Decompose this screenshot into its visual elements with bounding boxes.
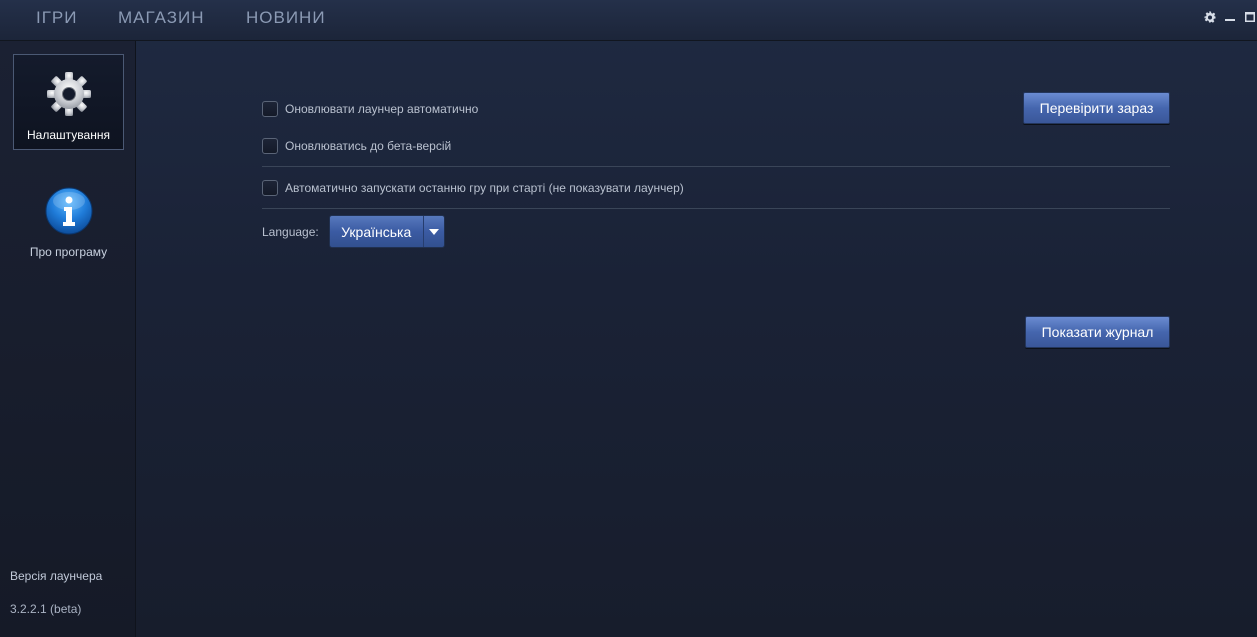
sidebar-item-label: Про програму: [29, 245, 108, 259]
language-row: Language: Українська: [262, 215, 445, 248]
auto-update-checkbox[interactable]: [262, 101, 278, 117]
top-nav-bar: ІГРИ МАГАЗИН НОВИНИ: [0, 0, 1257, 41]
settings-panel: Оновлювати лаунчер автоматично Перевірит…: [136, 41, 1257, 637]
window-controls: [1203, 10, 1257, 24]
minimize-icon[interactable]: [1223, 10, 1237, 24]
chevron-down-icon[interactable]: [422, 216, 444, 247]
nav-tab-news[interactable]: НОВИНИ: [246, 8, 326, 28]
gear-icon: [45, 70, 93, 123]
gear-icon[interactable]: [1203, 10, 1217, 24]
beta-updates-option: Оновлюватись до бета-версій: [262, 137, 451, 155]
nav-tab-store[interactable]: МАГАЗИН: [118, 8, 204, 28]
version-value: 3.2.2.1 (beta): [10, 602, 82, 616]
launcher-window: ІГРИ МАГАЗИН НОВИНИ Налаштування Про про…: [0, 0, 1257, 637]
auto-launch-label: Автоматично запускати останню гру при ст…: [285, 181, 684, 195]
sidebar: Налаштування Про програму Версія лаунчер…: [0, 41, 136, 637]
nav-tab-games[interactable]: ІГРИ: [36, 8, 78, 28]
auto-update-option: Оновлювати лаунчер автоматично: [262, 100, 478, 118]
info-icon: [44, 186, 94, 241]
auto-launch-option: Автоматично запускати останню гру при ст…: [262, 179, 684, 197]
language-select-value[interactable]: Українська: [329, 216, 423, 247]
divider: [262, 166, 1170, 167]
check-now-button[interactable]: Перевірити зараз: [1023, 92, 1170, 124]
sidebar-item-about[interactable]: Про програму: [13, 183, 124, 263]
version-label: Версія лаунчера: [10, 569, 103, 583]
language-label: Language:: [262, 224, 319, 239]
sidebar-item-settings[interactable]: Налаштування: [13, 54, 124, 150]
language-select[interactable]: Українська: [328, 215, 445, 248]
divider: [262, 208, 1170, 209]
show-log-button[interactable]: Показати журнал: [1025, 316, 1170, 348]
auto-update-label: Оновлювати лаунчер автоматично: [285, 102, 479, 116]
maximize-icon[interactable]: [1243, 10, 1257, 24]
beta-updates-label: Оновлюватись до бета-версій: [285, 139, 452, 153]
sidebar-item-label: Налаштування: [27, 128, 110, 142]
beta-updates-checkbox[interactable]: [262, 138, 278, 154]
auto-launch-checkbox[interactable]: [262, 180, 278, 196]
